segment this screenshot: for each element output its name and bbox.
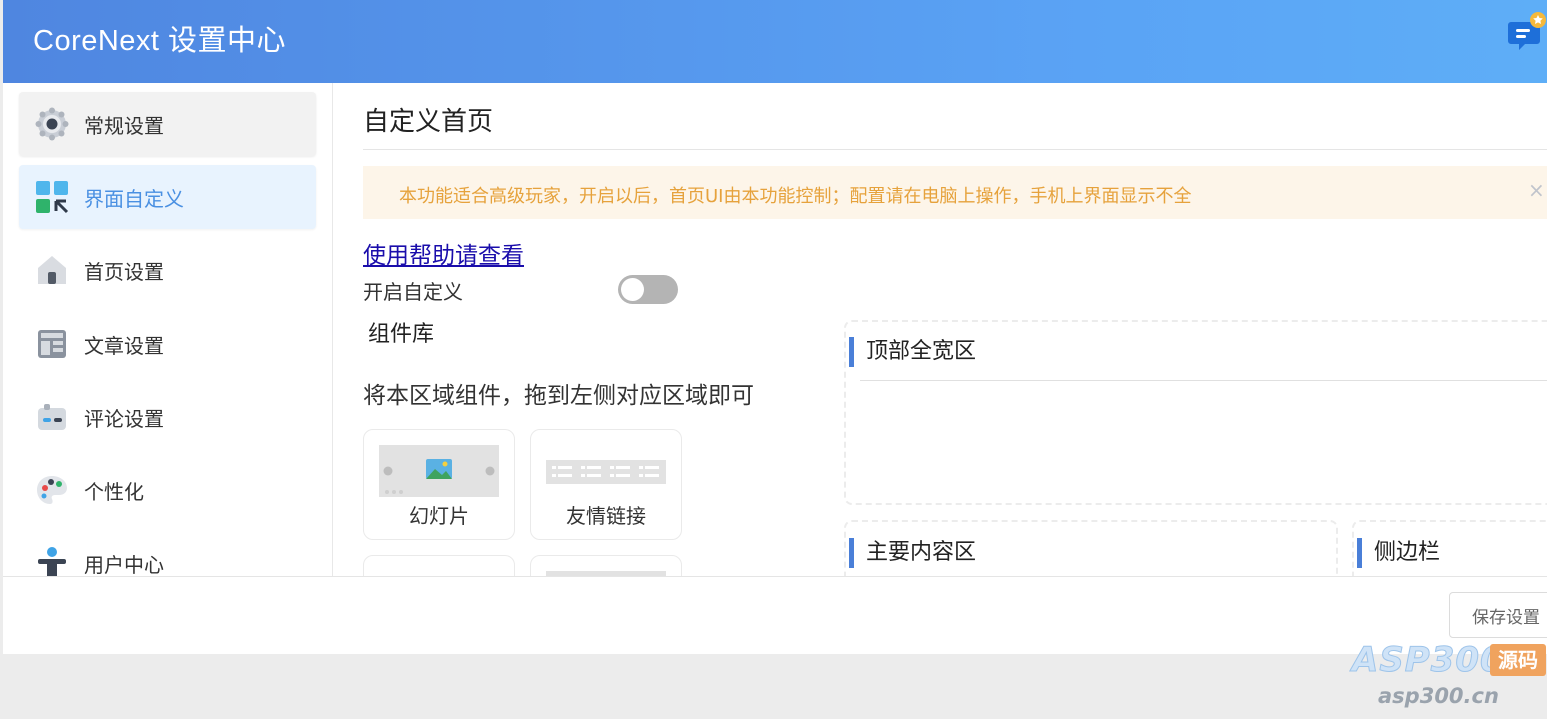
component-card[interactable] [530,555,682,576]
article-icon [35,327,69,361]
sidebar-item-general[interactable]: 常规设置 [19,92,316,156]
sidebar-item-article[interactable]: 文章设置 [19,312,316,376]
palette-icon [35,473,69,507]
layout-icon [35,180,69,214]
library-hint: 将本区域组件，拖到左侧对应区域即可 [363,383,754,409]
title-divider [363,149,1547,150]
home-icon [35,253,69,287]
save-button[interactable]: 保存设置 [1449,592,1547,638]
footer-bar: 保存设置 [3,576,1547,654]
links-icon [546,460,666,484]
page-title: 自定义首页 [363,107,494,137]
toggle-label: 开启自定义 [363,280,463,304]
watermark-logo: ASP300 源码 asp300.cn [1352,640,1547,715]
sidebar-item-label: 首页设置 [84,259,164,284]
toggle-knob [621,278,644,301]
sidebar-item-label: 评论设置 [84,406,164,431]
drop-zone-sidebar[interactable]: 侧边栏 [1352,520,1547,576]
custom-homepage-toggle[interactable] [618,275,678,304]
zone-divider [860,380,1547,381]
settings-panel: 常规设置 界面自定义 首页设置 文章设置 评论设置 个性化 用户中心 自定义首页… [3,83,1547,654]
sidebar-item-comment[interactable]: 评论设置 [19,385,316,449]
zone-title: 顶部全宽区 [849,337,976,367]
comment-icon [35,400,69,434]
component-card[interactable] [363,555,515,576]
sidebar-item-label: 界面自定义 [84,186,184,211]
drop-zone-main-content[interactable]: 主要内容区 [844,520,1338,576]
sidebar-item-home[interactable]: 首页设置 [19,238,316,302]
message-icon[interactable] [1508,10,1547,52]
app-title: CoreNext 设置中心 [33,25,287,57]
zone-title: 主要内容区 [849,538,976,568]
watermark-brand: ASP300 [1352,640,1505,681]
sidebar-item-label: 个性化 [84,479,144,504]
zone-title: 侧边栏 [1357,538,1440,568]
main-content: 自定义首页 本功能适合高级玩家，开启以后，首页UI由本功能控制；配置请在电脑上操… [363,83,1547,576]
drop-zone-top-full[interactable]: 顶部全宽区 [844,320,1547,505]
sidebar-item-personalize[interactable]: 个性化 [19,458,316,522]
help-link[interactable]: 使用帮助请查看 [363,236,524,270]
sidebar-item-label: 常规设置 [84,113,164,138]
gear-icon [35,107,69,141]
sidebar-item-ui-custom[interactable]: 界面自定义 [19,165,316,229]
slideshow-icon [379,445,499,497]
warning-alert: 本功能适合高级玩家，开启以后，首页UI由本功能控制；配置请在电脑上操作，手机上界… [363,166,1547,219]
component-slideshow[interactable]: 幻灯片 [363,429,515,540]
watermark-url: asp300.cn [1378,684,1499,708]
user-icon [35,546,69,576]
alert-text: 本功能适合高级玩家，开启以后，首页UI由本功能控制；配置请在电脑上操作，手机上界… [399,186,1192,207]
watermark-tag: 源码 [1490,644,1546,676]
sidebar-item-label: 文章设置 [84,333,164,358]
sidebar-item-label: 用户中心 [84,552,164,577]
component-label: 幻灯片 [409,504,469,528]
sidebar-nav: 常规设置 界面自定义 首页设置 文章设置 评论设置 个性化 用户中心 [3,83,333,576]
sidebar-item-user-center[interactable]: 用户中心 [19,531,316,576]
app-header: CoreNext 设置中心 [3,0,1547,83]
close-icon[interactable]: × [1528,178,1545,202]
component-label: 友情链接 [566,504,646,528]
library-title: 组件库 [363,320,434,350]
component-links[interactable]: 友情链接 [530,429,682,540]
